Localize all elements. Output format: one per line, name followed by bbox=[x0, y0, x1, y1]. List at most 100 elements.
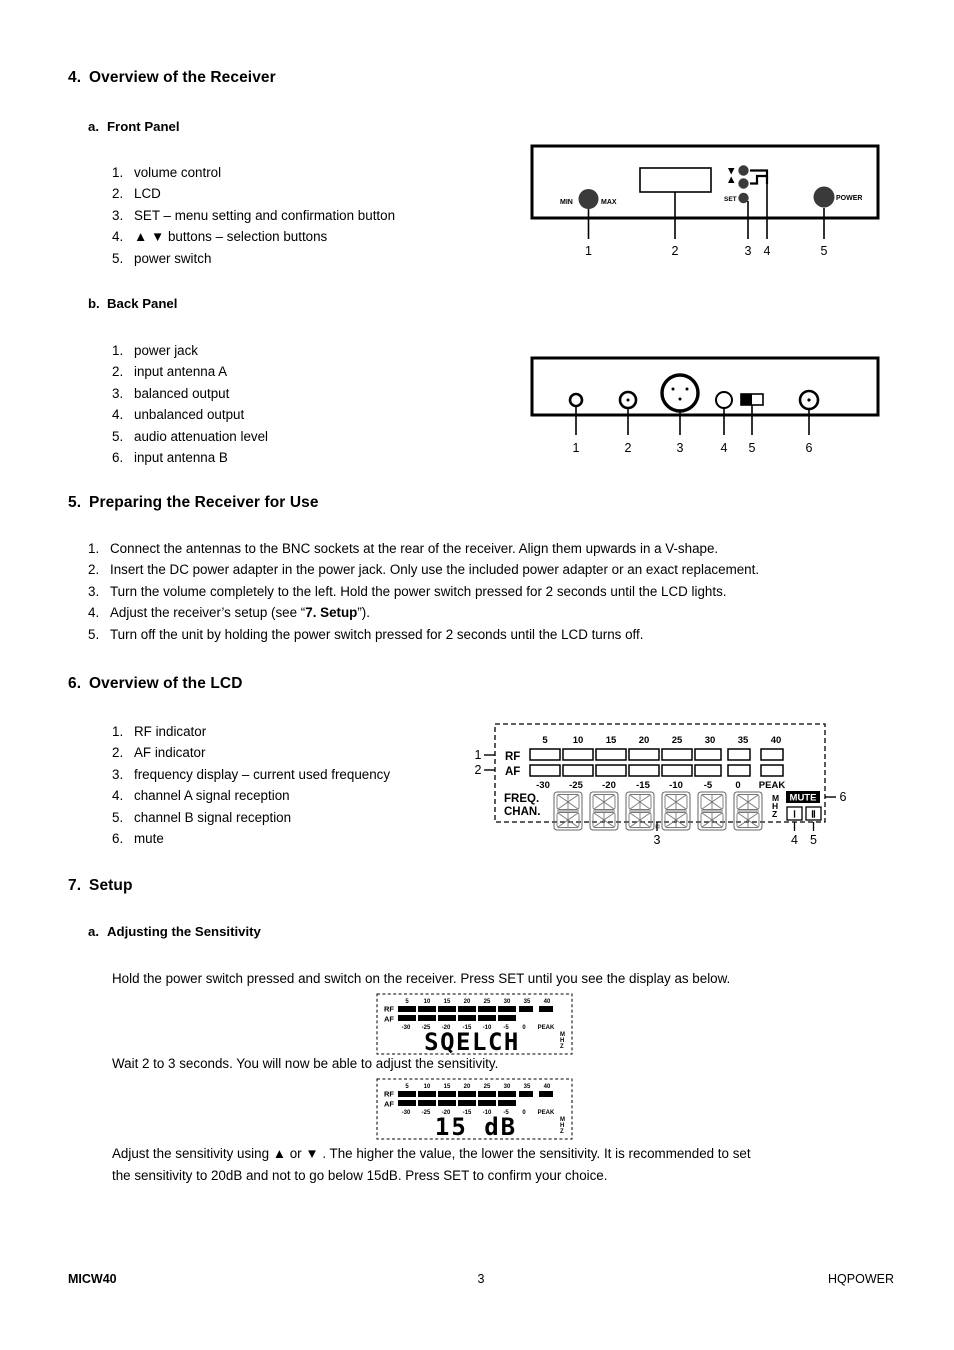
svg-text:40: 40 bbox=[544, 1084, 551, 1090]
list-text: Adjust the receiver’s setup (see “7. Set… bbox=[110, 602, 370, 623]
svg-text:3: 3 bbox=[745, 244, 752, 258]
svg-text:MIN: MIN bbox=[560, 199, 573, 206]
list-item: 2. Insert the DC power adapter in the pow… bbox=[88, 559, 759, 580]
svg-text:5: 5 bbox=[405, 1084, 409, 1090]
setup-closing-line-2: the sensitivity to 20dB and not to go be… bbox=[112, 1167, 608, 1183]
lcd-overview-diagram: 1 2 RF AF 5 10 15 20 25 30 35 40 -30 -25… bbox=[470, 718, 850, 848]
list-text: power switch bbox=[134, 250, 212, 266]
svg-text:Z: Z bbox=[772, 809, 777, 819]
list-text: input antenna A bbox=[134, 364, 228, 380]
setup-wait-text: Wait 2 to 3 seconds. You will now be abl… bbox=[112, 1056, 499, 1071]
list-text: RF indicator bbox=[134, 724, 207, 739]
svg-text:-15: -15 bbox=[636, 780, 650, 791]
setup-closing-line-1: Adjust the sensitivity using ▲ or ▼ . Th… bbox=[112, 1146, 751, 1161]
page-footer: MICW40 3 HQPOWER bbox=[68, 1272, 894, 1292]
list-index: 1. bbox=[88, 541, 100, 556]
svg-text:0: 0 bbox=[735, 780, 740, 791]
list-index: 4. bbox=[112, 788, 124, 804]
list-item: 1. power jack bbox=[112, 340, 268, 361]
list-index: 2. bbox=[112, 364, 124, 380]
svg-text:2: 2 bbox=[672, 244, 679, 258]
svg-text:PEAK: PEAK bbox=[538, 1110, 555, 1116]
svg-text:-10: -10 bbox=[669, 780, 683, 791]
list-index: 1. bbox=[112, 343, 124, 358]
list-index: 2. bbox=[112, 745, 124, 761]
list-text: ▲ ▼ buttons – selection buttons bbox=[134, 229, 328, 245]
svg-text:15: 15 bbox=[606, 735, 617, 746]
svg-text:2: 2 bbox=[625, 441, 632, 455]
svg-text:20: 20 bbox=[464, 1084, 471, 1090]
svg-text:25: 25 bbox=[672, 735, 683, 746]
svg-text:4: 4 bbox=[764, 244, 771, 258]
list-text: channel B signal reception bbox=[134, 809, 292, 825]
svg-text:Ⅱ: Ⅱ bbox=[811, 810, 816, 821]
svg-text:3: 3 bbox=[654, 833, 661, 847]
svg-text:RF: RF bbox=[384, 1090, 394, 1099]
list-item: 4. Adjust the receiver’s setup (see “7. … bbox=[88, 602, 759, 623]
setup-intro-text: Hold the power switch pressed and switch… bbox=[112, 971, 731, 986]
front-panel-list: 1. volume control 2. LCD 3. SET – menu sett… bbox=[112, 162, 395, 269]
list-item: 2. AF indicator bbox=[112, 742, 390, 763]
heading-overview-lcd: 6. Overview of the LCD bbox=[68, 675, 243, 693]
list-text: Insert the DC power adapter in the power… bbox=[110, 562, 760, 578]
list-text: Connect the antennas to the BNC sockets … bbox=[110, 541, 719, 556]
list-index: 1. bbox=[112, 724, 124, 739]
svg-text:35: 35 bbox=[524, 999, 531, 1005]
svg-text:AF: AF bbox=[384, 1100, 394, 1109]
list-text: AF indicator bbox=[134, 745, 206, 761]
heading-setup: 7. Setup bbox=[68, 877, 133, 895]
list-text: frequency display – current used frequen… bbox=[134, 766, 391, 782]
heading-text: Adjusting the Sensitivity bbox=[107, 924, 261, 939]
list-text: SET – menu setting and confirmation butt… bbox=[134, 207, 396, 223]
svg-text:25: 25 bbox=[484, 1084, 491, 1090]
back-panel-list: 1. power jack 2. input antenna A 3. balance… bbox=[112, 340, 268, 468]
front-panel-diagram: MIN MAX SET POWER 1 2 3 4 5 bbox=[528, 143, 888, 263]
footer-page-number: 3 bbox=[477, 1272, 485, 1286]
list-index: 5. bbox=[112, 250, 124, 266]
list-text: power jack bbox=[134, 343, 199, 358]
list-item: 1. volume control bbox=[112, 162, 395, 183]
svg-text:35: 35 bbox=[738, 735, 749, 746]
list-item: 2. input antenna A bbox=[112, 361, 268, 382]
list-item: 6. mute bbox=[112, 828, 390, 849]
list-index: 5. bbox=[112, 809, 124, 825]
heading-number: 5. bbox=[68, 494, 82, 511]
heading-preparing-receiver: 5. Preparing the Receiver for Use bbox=[68, 494, 319, 512]
list-text: volume control bbox=[134, 165, 222, 180]
list-item: 3. frequency display – current used frequ… bbox=[112, 764, 390, 785]
svg-text:40: 40 bbox=[771, 735, 782, 746]
svg-text:-25: -25 bbox=[569, 780, 583, 791]
heading-adjusting-sensitivity: a. Adjusting the Sensitivity bbox=[88, 924, 261, 939]
svg-text:6: 6 bbox=[806, 441, 813, 455]
back-panel-diagram: 1 2 3 4 5 6 bbox=[528, 355, 888, 465]
svg-text:FREQ.: FREQ. bbox=[504, 793, 539, 805]
svg-text:5: 5 bbox=[542, 735, 548, 746]
svg-text:AF: AF bbox=[384, 1015, 394, 1024]
svg-text:30: 30 bbox=[705, 735, 716, 746]
list-index: 3. bbox=[112, 207, 124, 223]
document-page: 4. Overview of the Receiver a. Front Panel… bbox=[0, 0, 954, 1350]
svg-text:20: 20 bbox=[464, 999, 471, 1005]
list-text: mute bbox=[134, 831, 164, 847]
svg-text:MUTE: MUTE bbox=[790, 793, 817, 804]
svg-text:25: 25 bbox=[484, 999, 491, 1005]
list-index: 6. bbox=[112, 450, 124, 466]
svg-text:2: 2 bbox=[475, 763, 482, 777]
svg-text:CHAN.: CHAN. bbox=[504, 806, 540, 818]
list-text-prefix: Adjust the receiver’s setup (see “ bbox=[110, 605, 306, 621]
heading-back-panel: b. Back Panel bbox=[88, 296, 177, 311]
lcd-list: 1. RF indicator 2. AF indicator 3. frequenc… bbox=[112, 721, 390, 849]
list-text: Turn the volume completely to the left. … bbox=[110, 583, 727, 599]
sensitivity-text: 15 dB bbox=[435, 1113, 517, 1140]
list-text: audio attenuation level bbox=[134, 428, 269, 444]
svg-text:15: 15 bbox=[444, 999, 451, 1005]
list-item: 5. audio attenuation level bbox=[112, 426, 268, 447]
heading-number: 7. bbox=[68, 877, 82, 894]
list-text: unbalanced output bbox=[134, 407, 245, 423]
list-index: 4. bbox=[112, 229, 124, 245]
svg-text:Z: Z bbox=[560, 1129, 564, 1135]
svg-text:6: 6 bbox=[840, 790, 847, 804]
svg-text:10: 10 bbox=[424, 999, 431, 1005]
list-index: 3. bbox=[88, 583, 100, 599]
list-item: 5. power switch bbox=[112, 248, 395, 269]
